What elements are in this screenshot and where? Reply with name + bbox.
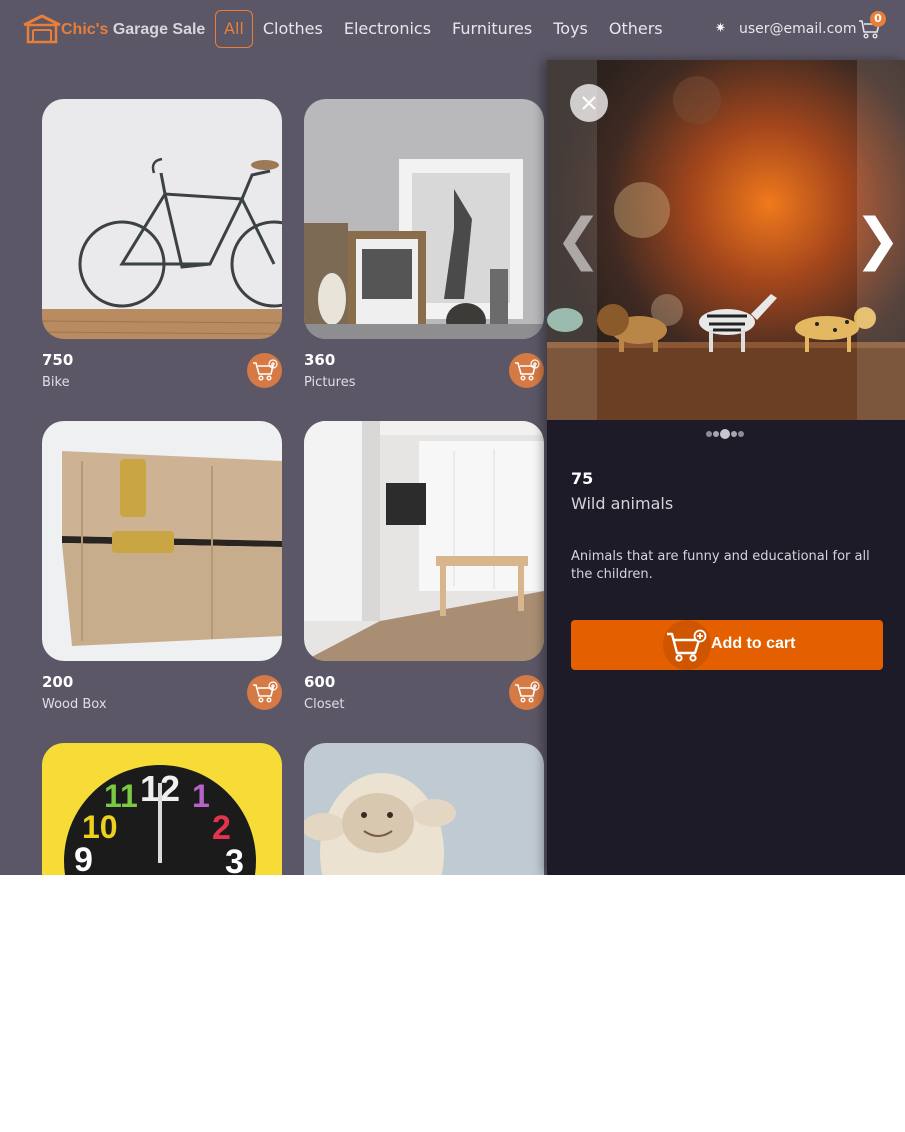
svg-text:9: 9 — [74, 841, 93, 875]
nav-electronics[interactable]: Electronics — [334, 10, 441, 48]
product-image-wood-box[interactable] — [42, 421, 282, 661]
svg-text:1: 1 — [192, 778, 210, 814]
close-button[interactable] — [570, 84, 608, 122]
cart-plus-icon — [667, 629, 707, 662]
product-card[interactable]: 200 Wood Box — [42, 421, 282, 712]
product-card[interactable]: 360 Pictures — [304, 99, 544, 390]
add-to-cart-primary-button[interactable]: Add to cart — [571, 620, 883, 670]
add-to-cart-button[interactable] — [247, 353, 282, 388]
add-to-cart-button[interactable] — [509, 353, 544, 388]
chevron-left-icon[interactable]: ❮ — [555, 210, 602, 270]
user-email[interactable]: user@email.com — [739, 21, 857, 37]
brand-accent: Chic's — [61, 21, 109, 38]
svg-text:2: 2 — [212, 809, 231, 847]
product-name: Bike — [42, 375, 70, 390]
carousel-dot[interactable] — [706, 431, 712, 437]
product-image-closet[interactable] — [304, 421, 544, 661]
sun-icon[interactable]: ✷ — [715, 22, 729, 36]
product-name: Wood Box — [42, 697, 107, 712]
product-detail-panel: ❮ ❯ 75 Wild animals Animals that are fun… — [547, 60, 905, 875]
product-card[interactable]: 600 Closet — [304, 421, 544, 712]
svg-text:10: 10 — [82, 809, 118, 845]
nav-toys[interactable]: Toys — [543, 10, 598, 48]
carousel-indicators — [706, 429, 744, 439]
product-price: 360 — [304, 351, 336, 369]
product-image-plush-sheep[interactable] — [304, 743, 544, 875]
carousel-dot[interactable] — [731, 431, 737, 437]
garage-logo-icon[interactable] — [22, 14, 62, 44]
brand-rest: Garage Sale — [112, 21, 206, 38]
product-card[interactable]: 750 Bike — [42, 99, 282, 390]
svg-text:3: 3 — [225, 843, 244, 875]
product-card[interactable] — [304, 743, 544, 875]
nav-all[interactable]: All — [215, 10, 253, 48]
category-nav: All Clothes Electronics Furnitures Toys … — [215, 10, 674, 48]
nav-furnitures[interactable]: Furnitures — [442, 10, 542, 48]
brand-name[interactable]: Chic's Garage Sale — [61, 21, 205, 39]
detail-price: 75 — [571, 469, 594, 488]
product-price: 600 — [304, 673, 336, 691]
product-name: Pictures — [304, 375, 356, 390]
cart-plus-icon — [252, 680, 278, 703]
product-price: 200 — [42, 673, 74, 691]
cart-plus-icon — [514, 358, 540, 381]
detail-product-name: Wild animals — [571, 494, 674, 513]
product-image-pictures[interactable] — [304, 99, 544, 339]
cart-count-badge: 0 — [870, 11, 886, 27]
carousel-dot-active[interactable] — [720, 429, 730, 439]
add-to-cart-label: Add to cart — [711, 635, 796, 652]
chevron-right-icon[interactable]: ❯ — [854, 210, 901, 270]
product-name: Closet — [304, 697, 345, 712]
close-icon — [582, 96, 596, 110]
nav-others[interactable]: Others — [599, 10, 673, 48]
carousel-dot[interactable] — [738, 431, 744, 437]
app-root: Chic's Garage Sale All Clothes Electroni… — [0, 0, 905, 875]
top-navbar: Chic's Garage Sale All Clothes Electroni… — [0, 0, 905, 60]
product-card[interactable]: 12 11 10 1 2 9 3 — [42, 743, 282, 875]
cart-plus-icon — [252, 358, 278, 381]
product-image-clock[interactable]: 12 11 10 1 2 9 3 — [42, 743, 282, 875]
add-to-cart-button[interactable] — [247, 675, 282, 710]
add-to-cart-button[interactable] — [509, 675, 544, 710]
carousel-dot[interactable] — [713, 431, 719, 437]
cart-plus-icon — [514, 680, 540, 703]
detail-description: Animals that are funny and educational f… — [571, 549, 870, 582]
product-image-bike[interactable] — [42, 99, 282, 339]
product-price: 750 — [42, 351, 74, 369]
image-carousel[interactable]: ❮ ❯ — [547, 60, 905, 420]
nav-clothes[interactable]: Clothes — [253, 10, 333, 48]
